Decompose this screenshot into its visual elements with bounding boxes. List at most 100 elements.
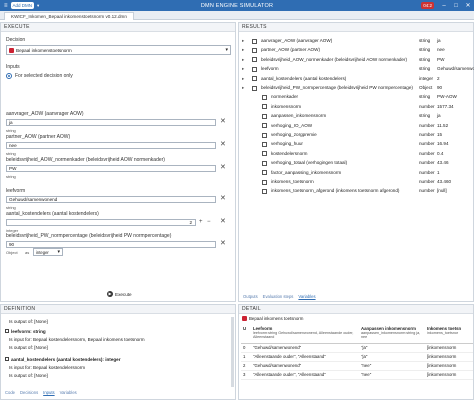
chevron-down-icon: ▾ (57, 249, 60, 255)
variable-icon (262, 104, 267, 110)
expand-icon[interactable]: ▸ (242, 75, 244, 83)
table-cell: 2 (241, 361, 251, 371)
result-type: number (419, 150, 435, 156)
close-icon[interactable]: ✕ (462, 0, 474, 11)
app-title: DMN ENGINE SIMULATOR (200, 2, 274, 9)
type-label: string (6, 205, 16, 210)
stepper-plus-icon[interactable]: + (199, 219, 203, 226)
result-row[interactable]: verhoging_zorgpremie number 15 (239, 131, 473, 139)
variable-icon (262, 170, 267, 176)
clear-icon[interactable]: ✕ (220, 141, 226, 148)
result-row[interactable]: verhoging_IO_AOW number 11.52 (239, 122, 473, 130)
result-value: 2 (437, 75, 440, 81)
clear-icon[interactable]: ✕ (220, 195, 226, 202)
expand-icon[interactable]: ▸ (242, 84, 244, 92)
result-row[interactable]: ▸ aantal_kostendelers (aantal kostendeler… (239, 75, 473, 83)
execute-button[interactable]: ▶ Execute (107, 291, 132, 297)
tab-decisions[interactable]: Decisions (20, 390, 38, 395)
result-row[interactable]: verhoging_totaal (verhogingen totaal) num… (239, 159, 473, 167)
table-cell: "nee" (359, 370, 425, 380)
result-row[interactable]: ▸ aanvrager_AOW (aanvrager AOW) string ja (239, 37, 473, 45)
definition-variable: aantal_kostendelers (aantal kostendelers… (5, 357, 121, 362)
definition-detail: Is input for: Bepaal kostendelersnorm (9, 365, 86, 370)
result-value: 16.94 (437, 141, 449, 147)
result-row[interactable]: inkomensnorm number 1577.34 (239, 103, 473, 111)
table-cell: "ja" (359, 352, 425, 362)
table-cell: "ja" (359, 343, 425, 353)
table-cell: 1 (241, 352, 251, 362)
tab-inputs[interactable]: Inputs (43, 390, 54, 395)
decision-label: Decision (6, 37, 26, 43)
result-row[interactable]: normenkader string PW-AOW (239, 93, 473, 101)
result-value: 0.4 (437, 150, 444, 156)
expand-icon[interactable]: ▸ (242, 56, 244, 64)
maximize-icon[interactable]: □ (450, 0, 462, 11)
table-row[interactable]: 3 "Alleenstaande ouder", "Alleenstaand" "n… (241, 370, 473, 380)
tab-variables[interactable]: Variables (60, 390, 77, 395)
input-field[interactable]: Gehuwd/samenwonend (6, 196, 216, 203)
table-row[interactable]: 1 "Alleenstaande ouder", "Alleenstaand" "j… (241, 352, 473, 362)
tab-outputs[interactable]: Outputs (243, 294, 258, 299)
table-row[interactable]: 2 "Gehuwd/samenwonend" "nee" [inkomensnorm (241, 361, 473, 371)
scrollbar[interactable] (231, 317, 234, 387)
selected-decision-radio[interactable] (6, 73, 12, 79)
input-field[interactable]: ja (6, 119, 216, 126)
result-row[interactable]: verhoging_huur number 16.94 (239, 140, 473, 148)
clear-icon[interactable]: ✕ (220, 164, 226, 171)
input-label: aantal_kostendelers (aantal kostendelers… (6, 211, 99, 217)
tab-variables[interactable]: Variables (298, 294, 315, 299)
decision-select[interactable]: Bepaal inkomenstoetsnorm ▾ (6, 45, 231, 55)
result-type: string (419, 94, 431, 100)
result-row[interactable]: aanpassen_inkomensnorm string ja (239, 112, 473, 120)
result-row[interactable]: ▸ beleidsvrijheid_PW_normpercentage (bele… (239, 84, 473, 92)
header-subtitle: inkomens_toetsnor (427, 331, 459, 335)
result-row[interactable]: inkomens_toetsnorm_afgerond (inkomens to… (239, 187, 473, 195)
result-row[interactable]: inkomens_toetsnorm number 43.460 (239, 178, 473, 186)
expand-icon[interactable]: ▸ (242, 65, 244, 73)
input-label: leefvorm (6, 188, 26, 194)
result-row[interactable]: ▸ beleidsvrijheid_AOW_normenkader (beleid… (239, 56, 473, 64)
stepper-minus-icon[interactable]: − (207, 219, 211, 226)
variable-icon (262, 141, 267, 147)
file-tabbar: KWICF_Inkomen_Bepaal inkomenstoetsnorm v… (0, 11, 474, 20)
clear-icon[interactable]: ✕ (220, 118, 226, 125)
decision-icon (9, 48, 14, 53)
table-cell: [inkomensnorm (425, 343, 473, 353)
definition-detail: Is output of: [None] (9, 345, 48, 350)
variable-icon (262, 179, 267, 185)
type-select[interactable]: integer ▾ (33, 248, 63, 256)
variable-icon (252, 66, 257, 72)
table-cell: [inkomensnorm (425, 352, 473, 362)
result-row[interactable]: factor_aanpassing_inkomensnorm number 1 (239, 169, 473, 177)
clear-icon[interactable]: ✕ (220, 240, 226, 247)
input-field[interactable]: 90 (6, 241, 216, 248)
tab-dmn-file[interactable]: KWICF_Inkomen_Bepaal inkomenstoetsnorm v… (4, 12, 134, 20)
result-row[interactable]: kostendelersnorm number 0.4 (239, 150, 473, 158)
input-field[interactable]: nee (6, 142, 216, 149)
tab-code[interactable]: Code (5, 390, 15, 395)
execute-button-label: Execute (115, 291, 132, 297)
result-row[interactable]: ▸ leefvorm string Gehuwd/samenwonend (239, 65, 474, 73)
expand-icon[interactable]: ▸ (242, 37, 244, 45)
result-name: aanvrager_AOW (aanvrager AOW) (261, 38, 333, 43)
variable-icon (262, 151, 267, 157)
minimize-icon[interactable]: – (438, 0, 450, 11)
tab-evaluation-steps[interactable]: Evaluation steps (263, 294, 294, 299)
result-name: kostendelersnorm (271, 150, 308, 156)
input-field[interactable]: PW (6, 165, 216, 172)
clear-icon[interactable]: ✕ (220, 218, 226, 225)
definition-panel: DEFINITION Is output of: [None] leefvorm:… (0, 304, 236, 400)
input-field[interactable]: 2 (6, 219, 196, 226)
result-type: string (419, 66, 431, 72)
table-row[interactable]: 0 "Gehuwd/samenwonend" "ja" [inkomensnorm (241, 343, 473, 353)
expand-icon[interactable]: ▸ (242, 46, 244, 54)
result-row[interactable]: ▸ partner_AOW (partner AOW) string nee (239, 46, 473, 54)
result-type: string (419, 47, 431, 53)
result-value: 1577.34 (437, 103, 454, 109)
type-label: string (6, 174, 16, 179)
result-type: number (419, 132, 435, 137)
result-name: beleidsvrijheid_AOW_normenkader (beleids… (261, 56, 408, 62)
result-name: factor_aanpassing_inkomensnorm (271, 169, 342, 175)
result-name: verhoging_zorgpremie (271, 132, 317, 137)
result-name: verhoging_huur (271, 141, 303, 147)
